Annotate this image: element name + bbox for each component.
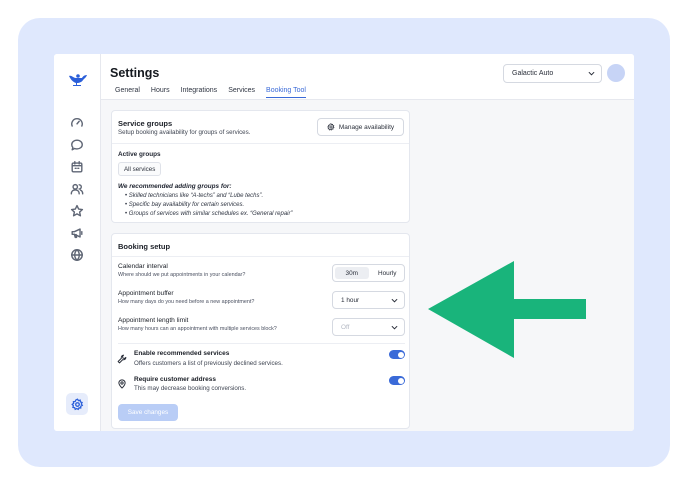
recommended-services-help: Offers customers a list of previously de… — [134, 360, 283, 367]
service-groups-card: Service groups Setup booking availabilit… — [111, 110, 410, 223]
list-item: Skilled technicians like “A-techs” and “… — [125, 192, 293, 201]
main-content: Settings General Hours Integrations Serv… — [101, 54, 634, 431]
location-select[interactable]: Galactic Auto — [503, 64, 602, 83]
star-icon[interactable] — [69, 203, 85, 219]
customer-address-help: This may decrease booking conversions. — [134, 385, 247, 392]
app-window: Settings General Hours Integrations Serv… — [54, 54, 634, 431]
divider — [112, 143, 409, 144]
appointment-length-value: Off — [341, 324, 350, 331]
speedometer-icon[interactable] — [69, 115, 85, 131]
header: Settings General Hours Integrations Serv… — [101, 54, 634, 100]
megaphone-icon[interactable] — [69, 225, 85, 241]
recommended-services-label: Enable recommended services — [134, 350, 230, 357]
tab-hours[interactable]: Hours — [151, 87, 170, 98]
customer-address-label: Require customer address — [134, 376, 217, 383]
booking-setup-title: Booking setup — [118, 242, 171, 251]
appointment-buffer-value: 1 hour — [341, 297, 360, 304]
gear-icon — [70, 397, 83, 410]
divider — [118, 343, 405, 344]
wrench-icon — [117, 351, 127, 364]
interval-option-hourly[interactable]: Hourly — [371, 265, 405, 281]
annotation-arrow-icon — [428, 261, 586, 358]
recommended-services-toggle[interactable] — [389, 350, 405, 359]
chat-icon[interactable] — [69, 137, 85, 153]
tab-services[interactable]: Services — [228, 87, 255, 98]
avatar[interactable] — [607, 64, 625, 82]
list-item: Specific bay availability for certain se… — [125, 201, 293, 210]
tab-booking-tool[interactable]: Booking Tool — [266, 87, 306, 98]
list-item: Groups of services with similar schedule… — [125, 210, 293, 219]
appointment-length-label: Appointment length limit — [118, 317, 189, 324]
appointment-buffer-label: Appointment buffer — [118, 290, 174, 297]
settings-tabs: General Hours Integrations Services Book… — [115, 87, 317, 98]
service-groups-subtitle: Setup booking availability for groups of… — [118, 129, 251, 136]
calendar-interval-toggle: 30m Hourly — [332, 264, 405, 282]
gear-icon — [327, 123, 335, 131]
sidebar — [54, 54, 101, 431]
tab-general[interactable]: General — [115, 87, 140, 98]
service-groups-title: Service groups — [118, 119, 173, 128]
location-pin-icon — [117, 376, 127, 389]
tab-integrations[interactable]: Integrations — [181, 87, 218, 98]
chevron-down-icon — [391, 325, 398, 330]
appointment-length-help: How many hours can an appointment with m… — [118, 326, 277, 332]
save-changes-button[interactable]: Save changes — [118, 404, 178, 421]
calendar-interval-help: Where should we put appointments in your… — [118, 272, 246, 278]
appointment-length-select[interactable]: Off — [332, 318, 405, 336]
location-value: Galactic Auto — [512, 70, 554, 77]
recommendation-list: Skilled technicians like “A-techs” and “… — [125, 192, 293, 219]
users-icon[interactable] — [69, 181, 85, 197]
calendar-icon[interactable] — [69, 159, 85, 175]
settings-gear-button[interactable] — [66, 393, 88, 415]
calendar-interval-label: Calendar interval — [118, 263, 168, 270]
globe-icon[interactable] — [69, 247, 85, 263]
page-title: Settings — [110, 66, 160, 80]
interval-option-30m[interactable]: 30m — [335, 267, 369, 279]
chevron-down-icon — [588, 71, 595, 76]
chevron-down-icon — [391, 298, 398, 303]
genie-lamp-logo-icon[interactable] — [67, 69, 89, 87]
customer-address-toggle[interactable] — [389, 376, 405, 385]
active-groups-label: Active groups — [118, 151, 161, 158]
recommendation-title: We recommended adding groups for: — [118, 183, 232, 190]
appointment-buffer-select[interactable]: 1 hour — [332, 291, 405, 309]
manage-availability-button[interactable]: Manage availability — [317, 118, 404, 136]
booking-setup-card: Booking setup Calendar interval Where sh… — [111, 233, 410, 429]
manage-availability-label: Manage availability — [338, 123, 395, 131]
active-group-chip[interactable]: All services — [118, 162, 162, 176]
divider — [112, 256, 409, 257]
appointment-buffer-help: How many days do you need before a new a… — [118, 299, 255, 305]
